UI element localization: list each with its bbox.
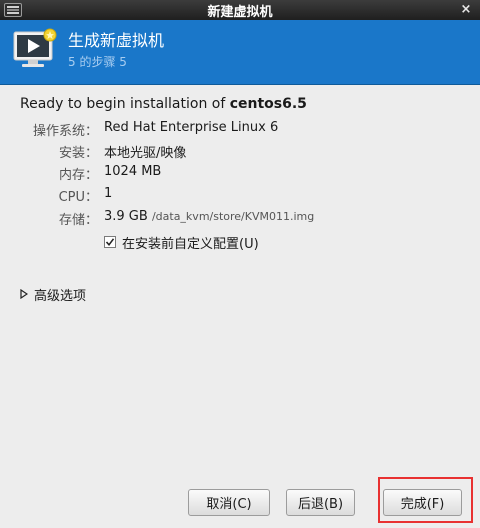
- ready-message: Ready to begin installation of centos6.5: [20, 96, 307, 112]
- advanced-options-label: 高级选项: [34, 288, 87, 304]
- window-menu-icon[interactable]: [4, 3, 22, 17]
- cpu-value: 1: [104, 186, 113, 201]
- install-value: 本地光驱/映像: [104, 146, 187, 161]
- new-vm-dialog: 新建虚拟机 × 生成新虚拟机 5 的步骤 5 Ready to begin in…: [0, 0, 480, 528]
- wizard-title: 生成新虚拟机: [68, 31, 165, 50]
- install-label: 安装：: [58, 146, 98, 161]
- storage-value: 3.9 GB /data_kvm/store/KVM011.img: [104, 209, 314, 224]
- os-label: 操作系统：: [32, 124, 98, 139]
- storage-label: 存储：: [58, 213, 98, 228]
- window-title: 新建虚拟机: [207, 4, 273, 20]
- customize-before-install-option[interactable]: 在安装前自定义配置(U): [104, 234, 259, 252]
- expander-arrow-icon: [20, 289, 28, 299]
- back-button[interactable]: 后退(B): [286, 489, 355, 516]
- memory-label: 内存：: [58, 168, 98, 183]
- storage-size: 3.9 GB: [104, 209, 148, 224]
- customize-checkbox[interactable]: [104, 236, 116, 248]
- cpu-label: CPU：: [58, 190, 98, 205]
- wizard-step-indicator: 5 的步骤 5: [68, 55, 127, 69]
- title-bar: 新建虚拟机 ×: [0, 0, 480, 20]
- wizard-header: 生成新虚拟机 5 的步骤 5: [0, 20, 480, 85]
- ready-prefix: Ready to begin installation of: [20, 96, 230, 112]
- os-value: Red Hat Enterprise Linux 6: [104, 120, 279, 135]
- cancel-button[interactable]: 取消(C): [188, 489, 270, 516]
- storage-path: /data_kvm/store/KVM011.img: [151, 210, 315, 223]
- vm-name: centos6.5: [229, 96, 307, 112]
- close-icon[interactable]: ×: [458, 2, 474, 18]
- customize-label: 在安装前自定义配置(U): [122, 236, 259, 252]
- finish-button-highlight: [378, 477, 473, 523]
- memory-value: 1024 MB: [104, 164, 162, 179]
- advanced-options-expander[interactable]: 高级选项: [20, 286, 87, 304]
- virtual-machine-monitor-icon: [12, 28, 58, 72]
- checkmark-icon: [105, 238, 115, 247]
